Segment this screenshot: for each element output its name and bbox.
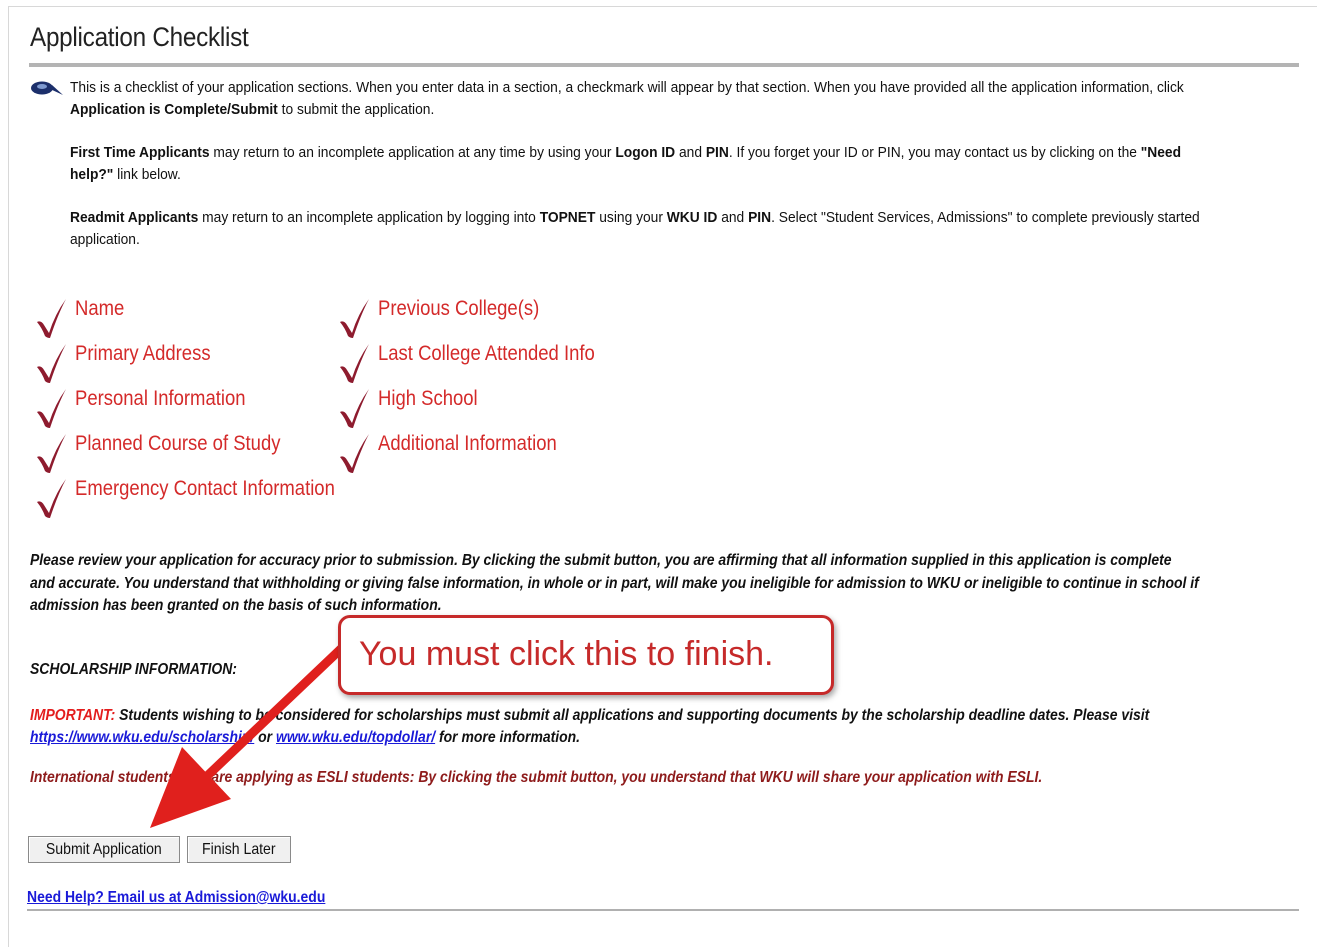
checklist-item-label: Planned Course of Study bbox=[75, 432, 281, 455]
annotation-callout: You must click this to finish. bbox=[338, 615, 834, 695]
finish-later-button[interactable]: Finish Later bbox=[187, 836, 291, 863]
first-time-applicants-paragraph: First Time Applicants may return to an i… bbox=[70, 144, 1182, 183]
info-icon bbox=[31, 81, 63, 95]
callout-text: You must click this to finish. bbox=[359, 635, 774, 673]
scholarship-heading: SCHOLARSHIP INFORMATION: bbox=[30, 661, 237, 678]
submit-application-button[interactable]: Submit Application bbox=[28, 836, 180, 863]
checkmark-icon bbox=[37, 344, 66, 383]
scholarship-important-text: IMPORTANT: Students wishing to be consid… bbox=[30, 707, 1150, 746]
need-help-link[interactable]: Need Help? Email us at Admission@wku.edu bbox=[27, 889, 325, 907]
page-title: Application Checklist bbox=[30, 22, 249, 52]
checklist-item-label: Previous College(s) bbox=[378, 297, 540, 320]
checklist-item-label: Personal Information bbox=[75, 387, 246, 410]
scholarship-link[interactable]: https://www.wku.edu/scholarship/ bbox=[30, 729, 254, 746]
affirmation-text: Please review your application for accur… bbox=[30, 552, 1199, 614]
checklist-item-label: Name bbox=[75, 297, 125, 320]
checkmark-icon bbox=[37, 479, 66, 518]
checkmark-icon bbox=[340, 434, 369, 473]
checklist-item-label: Additional Information bbox=[378, 432, 557, 455]
checkmark-icon bbox=[340, 389, 369, 428]
title-divider bbox=[29, 63, 1299, 67]
readmit-applicants-paragraph: Readmit Applicants may return to an inco… bbox=[70, 209, 1200, 248]
important-label: IMPORTANT: bbox=[30, 707, 116, 724]
bottom-divider bbox=[27, 909, 1299, 911]
checklist-item-label: Primary Address bbox=[75, 342, 211, 365]
checkmark-icon bbox=[37, 299, 66, 338]
checkmark-icon bbox=[37, 434, 66, 473]
esli-notice: International students who are applying … bbox=[30, 769, 1043, 786]
checkmark-icon bbox=[340, 299, 369, 338]
intro-paragraph: This is a checklist of your application … bbox=[70, 79, 1184, 118]
checklist-item-label: High School bbox=[378, 387, 478, 410]
topdollar-link[interactable]: www.wku.edu/topdollar/ bbox=[276, 729, 435, 746]
checklist-item-label: Last College Attended Info bbox=[378, 342, 595, 365]
checkmark-icon bbox=[37, 389, 66, 428]
checklist-item-label: Emergency Contact Information bbox=[75, 477, 335, 500]
checkmark-icon bbox=[340, 344, 369, 383]
